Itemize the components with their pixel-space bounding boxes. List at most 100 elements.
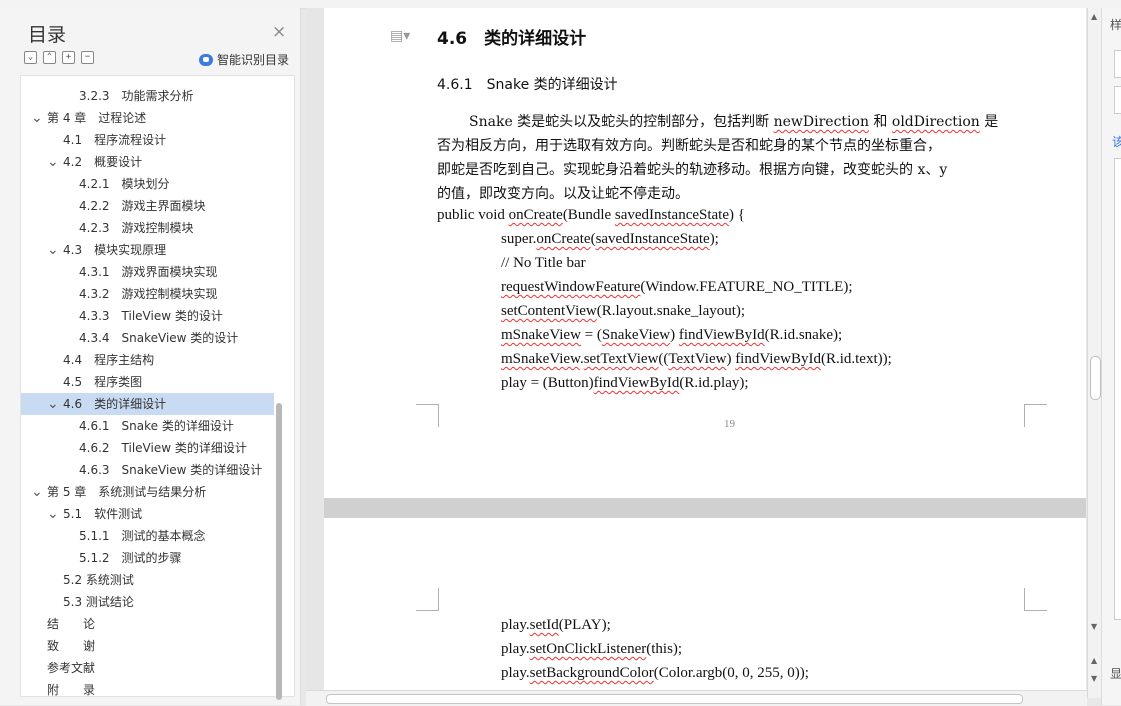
toc-item[interactable]: 4.1 程序流程设计 (21, 129, 274, 151)
toc-item-label: 4.3.1 游戏界面模块实现 (79, 265, 218, 279)
panel-link[interactable]: 该 (1112, 133, 1121, 150)
code-line: requestWindowFeature(Window.FEATURE_NO_T… (501, 279, 853, 295)
toc-item-label: 5.1.2 测试的步骤 (79, 551, 182, 565)
next-page-icon[interactable]: ▼ (1091, 674, 1097, 683)
chevron-down-icon[interactable]: ⌄ (47, 151, 59, 173)
prev-page-icon[interactable]: ▲ (1091, 656, 1097, 665)
toc-item[interactable]: ⌄ 4.3 模块实现原理 (21, 239, 274, 261)
toc-item[interactable]: 致 谢 (21, 635, 274, 657)
subsection-heading: 4.6.1 Snake 类的详细设计 (437, 77, 618, 93)
add-heading-icon[interactable]: + (62, 51, 75, 64)
toc-item-label: 3.2.3 功能需求分析 (79, 89, 194, 103)
paragraph-line: Snake 类是蛇头以及蛇头的控制部分，包括判断 newDirection 和 … (469, 114, 999, 130)
panel-label: 显 (1110, 667, 1121, 681)
toc-item-label: 4.2.3 游戏控制模块 (79, 221, 194, 235)
scroll-thumb[interactable] (1090, 356, 1101, 400)
panel-input[interactable] (1114, 86, 1121, 114)
toc-item[interactable]: 4.4 程序主结构 (21, 349, 274, 371)
document-horizontal-scrollbar[interactable] (306, 690, 1087, 706)
toc-item-label: 结 论 (47, 617, 96, 631)
toc-item[interactable]: 4.6.1 Snake 类的详细设计 (21, 415, 274, 437)
toc-item[interactable]: 5.3 测试结论 (21, 591, 274, 613)
toc-item[interactable]: ⌄ 第 4 章 过程论述 (21, 107, 274, 129)
margin-corner-mark (416, 404, 439, 427)
toc-item-label: 4.2 概要设计 (63, 155, 143, 169)
margin-corner-mark (416, 588, 439, 611)
toc-item[interactable]: 4.2.3 游戏控制模块 (21, 217, 274, 239)
scroll-down-icon[interactable]: ▼ (1091, 622, 1097, 631)
scroll-thumb-horizontal[interactable] (326, 694, 1023, 704)
toc-item[interactable]: ⌄ 第 5 章 系统测试与结果分析 (21, 481, 274, 503)
chevron-down-icon[interactable]: ⌄ (47, 239, 59, 261)
toc-item[interactable]: 4.3.2 游戏控制模块实现 (21, 283, 274, 305)
toc-item-label: 第 4 章 过程论述 (47, 111, 147, 125)
toc-item[interactable]: 4.2.1 模块划分 (21, 173, 274, 195)
document-canvas: ▤▾ 4.6 类的详细设计 4.6.1 Snake 类的详细设计 Snake 类… (306, 8, 1086, 705)
ai-cloud-icon (199, 53, 213, 66)
toc-item[interactable]: 3.2.3 功能需求分析 (21, 85, 274, 107)
scroll-up-icon[interactable]: ▲ (1091, 12, 1097, 21)
code-line: play = (Button)findViewById(R.id.play); (501, 375, 749, 391)
toc-item[interactable]: 4.3.1 游戏界面模块实现 (21, 261, 274, 283)
page-20: play.setId(PLAY); play.setOnClickListene… (324, 518, 1086, 705)
toc-item[interactable]: 结 论 (21, 613, 274, 635)
code-line: play.setOnClickListener(this); (501, 641, 683, 657)
toc-item-label: 5.1.1 测试的基本概念 (79, 529, 206, 543)
toc-item-label: 4.1 程序流程设计 (63, 133, 167, 147)
smart-toc-button[interactable]: 智能识别目录 (199, 51, 289, 68)
document-vertical-scrollbar[interactable]: ▲ ▼ ▲ ▼ (1087, 8, 1102, 698)
toc-pane: 目录 × ⌄ ⌃ + − 智能识别目录 3.2.3 功能需求分析 ⌄ 第 4 章 过… (0, 8, 301, 705)
close-icon[interactable]: × (272, 22, 286, 42)
toc-item-label: 4.4 程序主结构 (63, 353, 155, 367)
remove-heading-icon[interactable]: − (81, 51, 94, 64)
toc-item-label: 附 录 (47, 683, 96, 697)
code-line: setContentView(R.layout.snake_layout); (501, 303, 746, 319)
toc-item-label: 5.1 软件测试 (63, 507, 143, 521)
toc-item[interactable]: 4.6.3 SnakeView 类的详细设计 (21, 459, 274, 481)
toc-item-label: 4.3.4 SnakeView 类的设计 (79, 331, 239, 345)
margin-corner-mark (1024, 588, 1047, 611)
toc-item[interactable]: 参考文献 (21, 657, 274, 679)
toc-item-label: 4.6.2 TileView 类的详细设计 (79, 441, 247, 455)
toc-item[interactable]: 附 录 (21, 679, 274, 697)
document-icon[interactable]: ▤▾ (390, 28, 410, 44)
toc-title: 目录 (28, 24, 67, 46)
expand-up-icon[interactable]: ⌃ (43, 51, 56, 64)
toc-item-label: 4.3.2 游戏控制模块实现 (79, 287, 218, 301)
toc-item[interactable]: 5.2 系统测试 (21, 569, 274, 591)
page-separator (324, 498, 1086, 518)
code-line: mSnakeView.setTextView((TextView) findVi… (501, 351, 892, 367)
chevron-down-icon[interactable]: ⌄ (47, 393, 59, 415)
toc-item[interactable]: 4.5 程序类图 (21, 371, 274, 393)
toc-item[interactable]: 5.1.2 测试的步骤 (21, 547, 274, 569)
page-19: ▤▾ 4.6 类的详细设计 4.6.1 Snake 类的详细设计 Snake 类… (324, 8, 1086, 498)
collapse-all-icon[interactable]: ⌄ (24, 51, 37, 64)
margin-corner-mark (1024, 404, 1047, 427)
toc-item-label: 4.3 模块实现原理 (63, 243, 167, 257)
toc-item[interactable]: ⌄ 4.2 概要设计 (21, 151, 274, 173)
panel-input[interactable] (1114, 50, 1121, 78)
toc-item-label: 4.3.3 TileView 类的设计 (79, 309, 223, 323)
toc-item[interactable]: ⌄ 4.6 类的详细设计 (21, 393, 274, 415)
panel-list[interactable] (1114, 158, 1121, 620)
paragraph-line: 即蛇是否吃到自己。实现蛇身沿着蛇头的轨迹移动。根据方向键，改变蛇头的 x、y (437, 162, 948, 178)
code-line: super.onCreate(savedInstanceState); (501, 231, 719, 247)
toc-item[interactable]: 4.3.3 TileView 类的设计 (21, 305, 274, 327)
toc-item[interactable]: 4.6.2 TileView 类的详细设计 (21, 437, 274, 459)
toc-item-label: 参考文献 (47, 661, 96, 675)
toc-item[interactable]: 5.1.1 测试的基本概念 (21, 525, 274, 547)
chevron-down-icon[interactable]: ⌄ (31, 107, 43, 129)
paragraph-line: 否为相反方向，用于选取有效方向。判断蛇头是否和蛇身的某个节点的坐标重合， (437, 138, 941, 154)
toc-item-label: 4.6.3 SnakeView 类的详细设计 (79, 463, 263, 477)
toc-list: 3.2.3 功能需求分析 ⌄ 第 4 章 过程论述 4.1 程序流程设计 ⌄ 4.2 概要… (20, 75, 295, 697)
chevron-down-icon[interactable]: ⌄ (31, 481, 43, 503)
chevron-down-icon[interactable]: ⌄ (47, 503, 59, 525)
toc-item[interactable]: ⌄ 5.1 软件测试 (21, 503, 274, 525)
toc-toolbar: ⌄ ⌃ + − (24, 51, 94, 67)
toc-scrollbar[interactable] (276, 403, 282, 700)
toc-item[interactable]: 4.2.2 游戏主界面模块 (21, 195, 274, 217)
panel-label: 样 (1110, 18, 1121, 32)
toc-item-label: 5.2 系统测试 (63, 573, 134, 587)
toc-item[interactable]: 4.3.4 SnakeView 类的设计 (21, 327, 274, 349)
toc-item-label: 4.2.2 游戏主界面模块 (79, 199, 206, 213)
